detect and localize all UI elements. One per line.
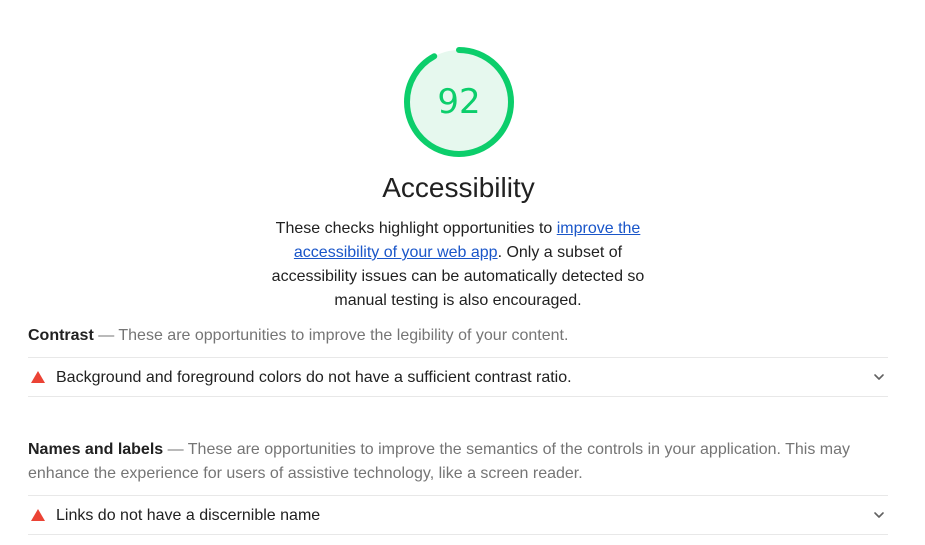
audit-title: Background and foreground colors do not … <box>56 369 572 386</box>
category-description-before: These checks highlight opportunities to <box>275 220 557 237</box>
group-description: — These are opportunities to improve the… <box>93 327 569 344</box>
category-title: Accessibility <box>382 172 535 203</box>
group-header-names-and-labels: Names and labels — These are opportuniti… <box>28 438 888 486</box>
warning-triangle-icon <box>31 371 45 383</box>
chevron-down-icon[interactable] <box>872 508 886 522</box>
audit-row-color-contrast[interactable]: Background and foreground colors do not … <box>28 357 888 397</box>
group-header-contrast: Contrast — These are opportunities to im… <box>28 324 888 348</box>
score-gauge: 92 <box>402 45 516 159</box>
chevron-down-icon[interactable] <box>872 370 886 384</box>
audit-row-link-name[interactable]: Links do not have a discernible name <box>28 495 888 535</box>
group-title: Contrast <box>28 327 94 344</box>
audit-title: Links do not have a discernible name <box>56 507 321 524</box>
category-description: These checks highlight opportunities to … <box>258 217 658 313</box>
group-title: Names and labels <box>28 441 164 458</box>
warning-triangle-icon <box>31 509 45 521</box>
score-value: 92 <box>437 82 481 122</box>
